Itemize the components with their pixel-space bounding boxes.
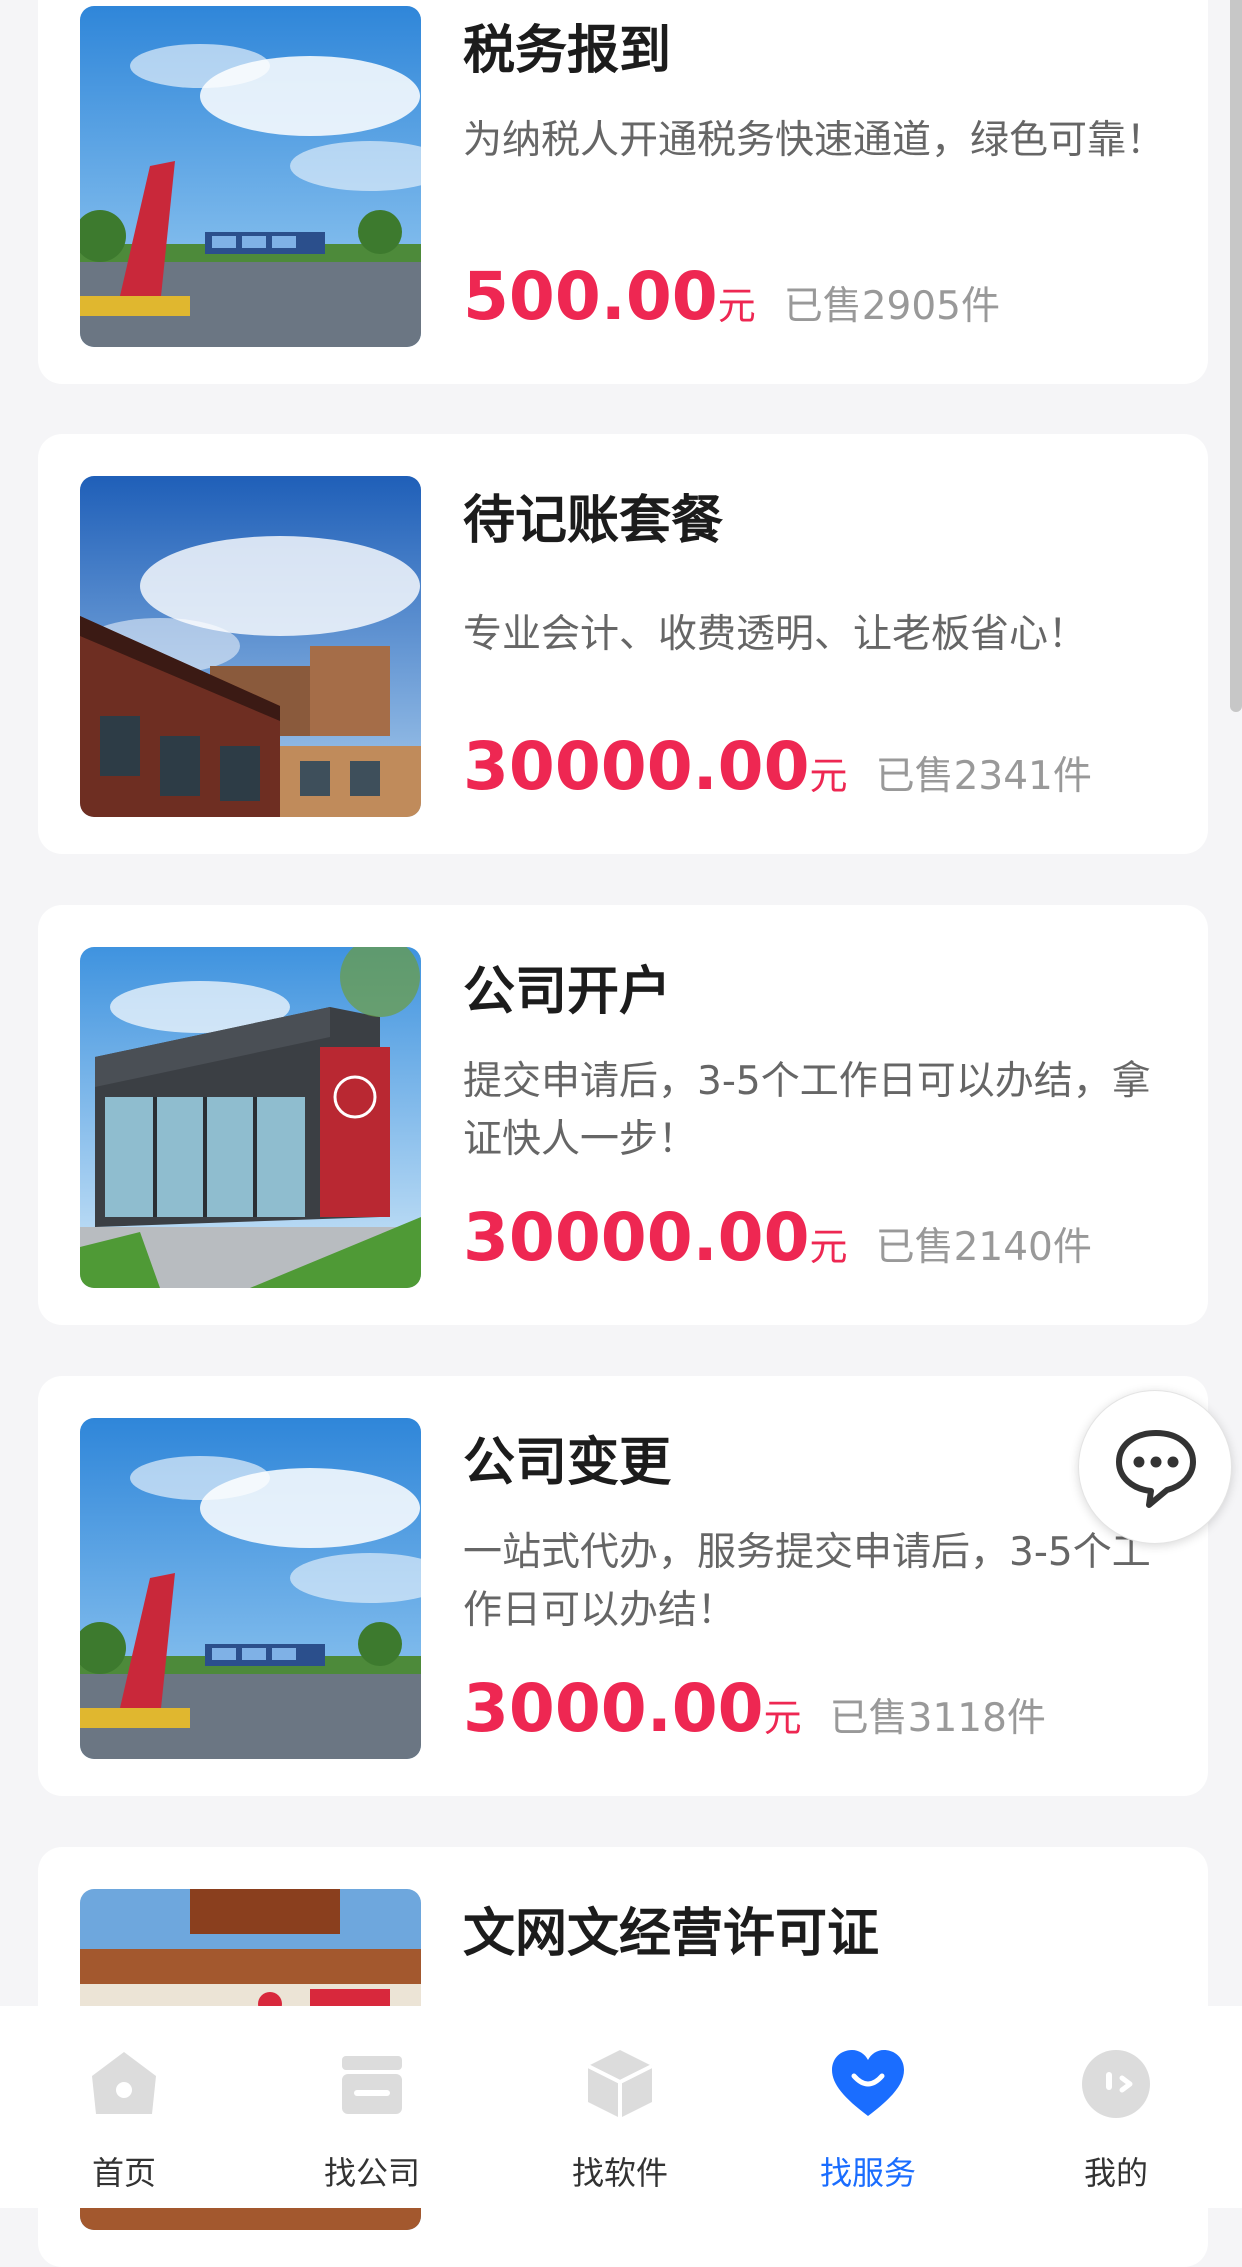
product-image[interactable]	[80, 947, 421, 1288]
price-unit: 元	[717, 284, 756, 328]
product-price: 500.00	[463, 258, 718, 335]
store-icon	[342, 2056, 402, 2114]
profile-face-icon	[1082, 2050, 1150, 2118]
chat-bubble-icon	[1116, 1430, 1196, 1508]
product-description: 为纳税人开通税务快速通道，绿色可靠！	[463, 118, 1166, 163]
price-row: 500.00元 已售2905件	[463, 258, 1000, 335]
home-icon	[92, 2052, 156, 2114]
sold-count: 已售2905件	[783, 284, 1000, 329]
price-row: 30000.00元 已售2341件	[463, 728, 1092, 805]
bottom-tab-bar: 首页 找公司 找软件 找服务 我的	[0, 2006, 1242, 2208]
product-title[interactable]: 税务报到	[463, 8, 671, 83]
product-price: 30000.00	[463, 1199, 810, 1276]
tab-mine[interactable]: 我的	[992, 2006, 1240, 2208]
tab-home[interactable]: 首页	[0, 2006, 248, 2208]
tab-label: 找公司	[323, 2154, 420, 2192]
tab-label: 首页	[91, 2154, 156, 2192]
product-description: 提交申请后，3-5个工作日可以办结，拿证快人一步！	[463, 1059, 1151, 1162]
product-card-company-account[interactable]: 公司开户 提交申请后，3-5个工作日可以办结，拿证快人一步！ 30000.00元…	[38, 905, 1208, 1325]
tab-find-company[interactable]: 找公司	[248, 2006, 496, 2208]
product-card-bookkeeping-package[interactable]: 待记账套餐 专业会计、收费透明、让老板省心！ 30000.00元 已售2341件	[38, 434, 1208, 854]
product-image[interactable]	[80, 1418, 421, 1759]
chat-button[interactable]	[1078, 1390, 1232, 1544]
tab-label: 找服务	[819, 2154, 916, 2192]
product-card-company-change[interactable]: 公司变更 一站式代办，服务提交申请后，3-5个工作日可以办结！ 3000.00元…	[38, 1376, 1208, 1796]
tab-find-service[interactable]: 找服务	[744, 2006, 992, 2208]
price-unit: 元	[809, 1225, 848, 1269]
sold-count: 已售2341件	[875, 754, 1092, 799]
scrollbar[interactable]	[1230, 0, 1242, 712]
sold-count: 已售2140件	[875, 1225, 1092, 1270]
tab-label: 找软件	[571, 2154, 668, 2192]
product-title[interactable]: 待记账套餐	[463, 478, 723, 553]
product-title[interactable]: 文网文经营许可证	[463, 1891, 879, 1966]
product-image[interactable]	[80, 476, 421, 817]
product-description: 专业会计、收费透明、让老板省心！	[463, 612, 1088, 657]
heart-icon	[832, 2050, 904, 2116]
tab-label: 我的	[1083, 2154, 1148, 2192]
product-description: 一站式代办，服务提交申请后，3-5个工作日可以办结！	[463, 1530, 1151, 1633]
price-unit: 元	[809, 754, 848, 798]
product-card-tax-registration[interactable]: 税务报到 为纳税人开通税务快速通道，绿色可靠！ 500.00元 已售2905件	[38, 0, 1208, 384]
price-row: 30000.00元 已售2140件	[463, 1199, 1092, 1276]
product-title[interactable]: 公司开户	[463, 949, 671, 1024]
box-icon	[587, 2050, 653, 2118]
product-image[interactable]	[80, 6, 421, 347]
product-title[interactable]: 公司变更	[463, 1420, 671, 1495]
price-row: 3000.00元 已售3118件	[463, 1670, 1046, 1747]
product-price: 3000.00	[463, 1670, 764, 1747]
product-price: 30000.00	[463, 728, 810, 805]
price-unit: 元	[763, 1696, 802, 1740]
sold-count: 已售3118件	[829, 1696, 1046, 1741]
tab-find-software[interactable]: 找软件	[496, 2006, 744, 2208]
